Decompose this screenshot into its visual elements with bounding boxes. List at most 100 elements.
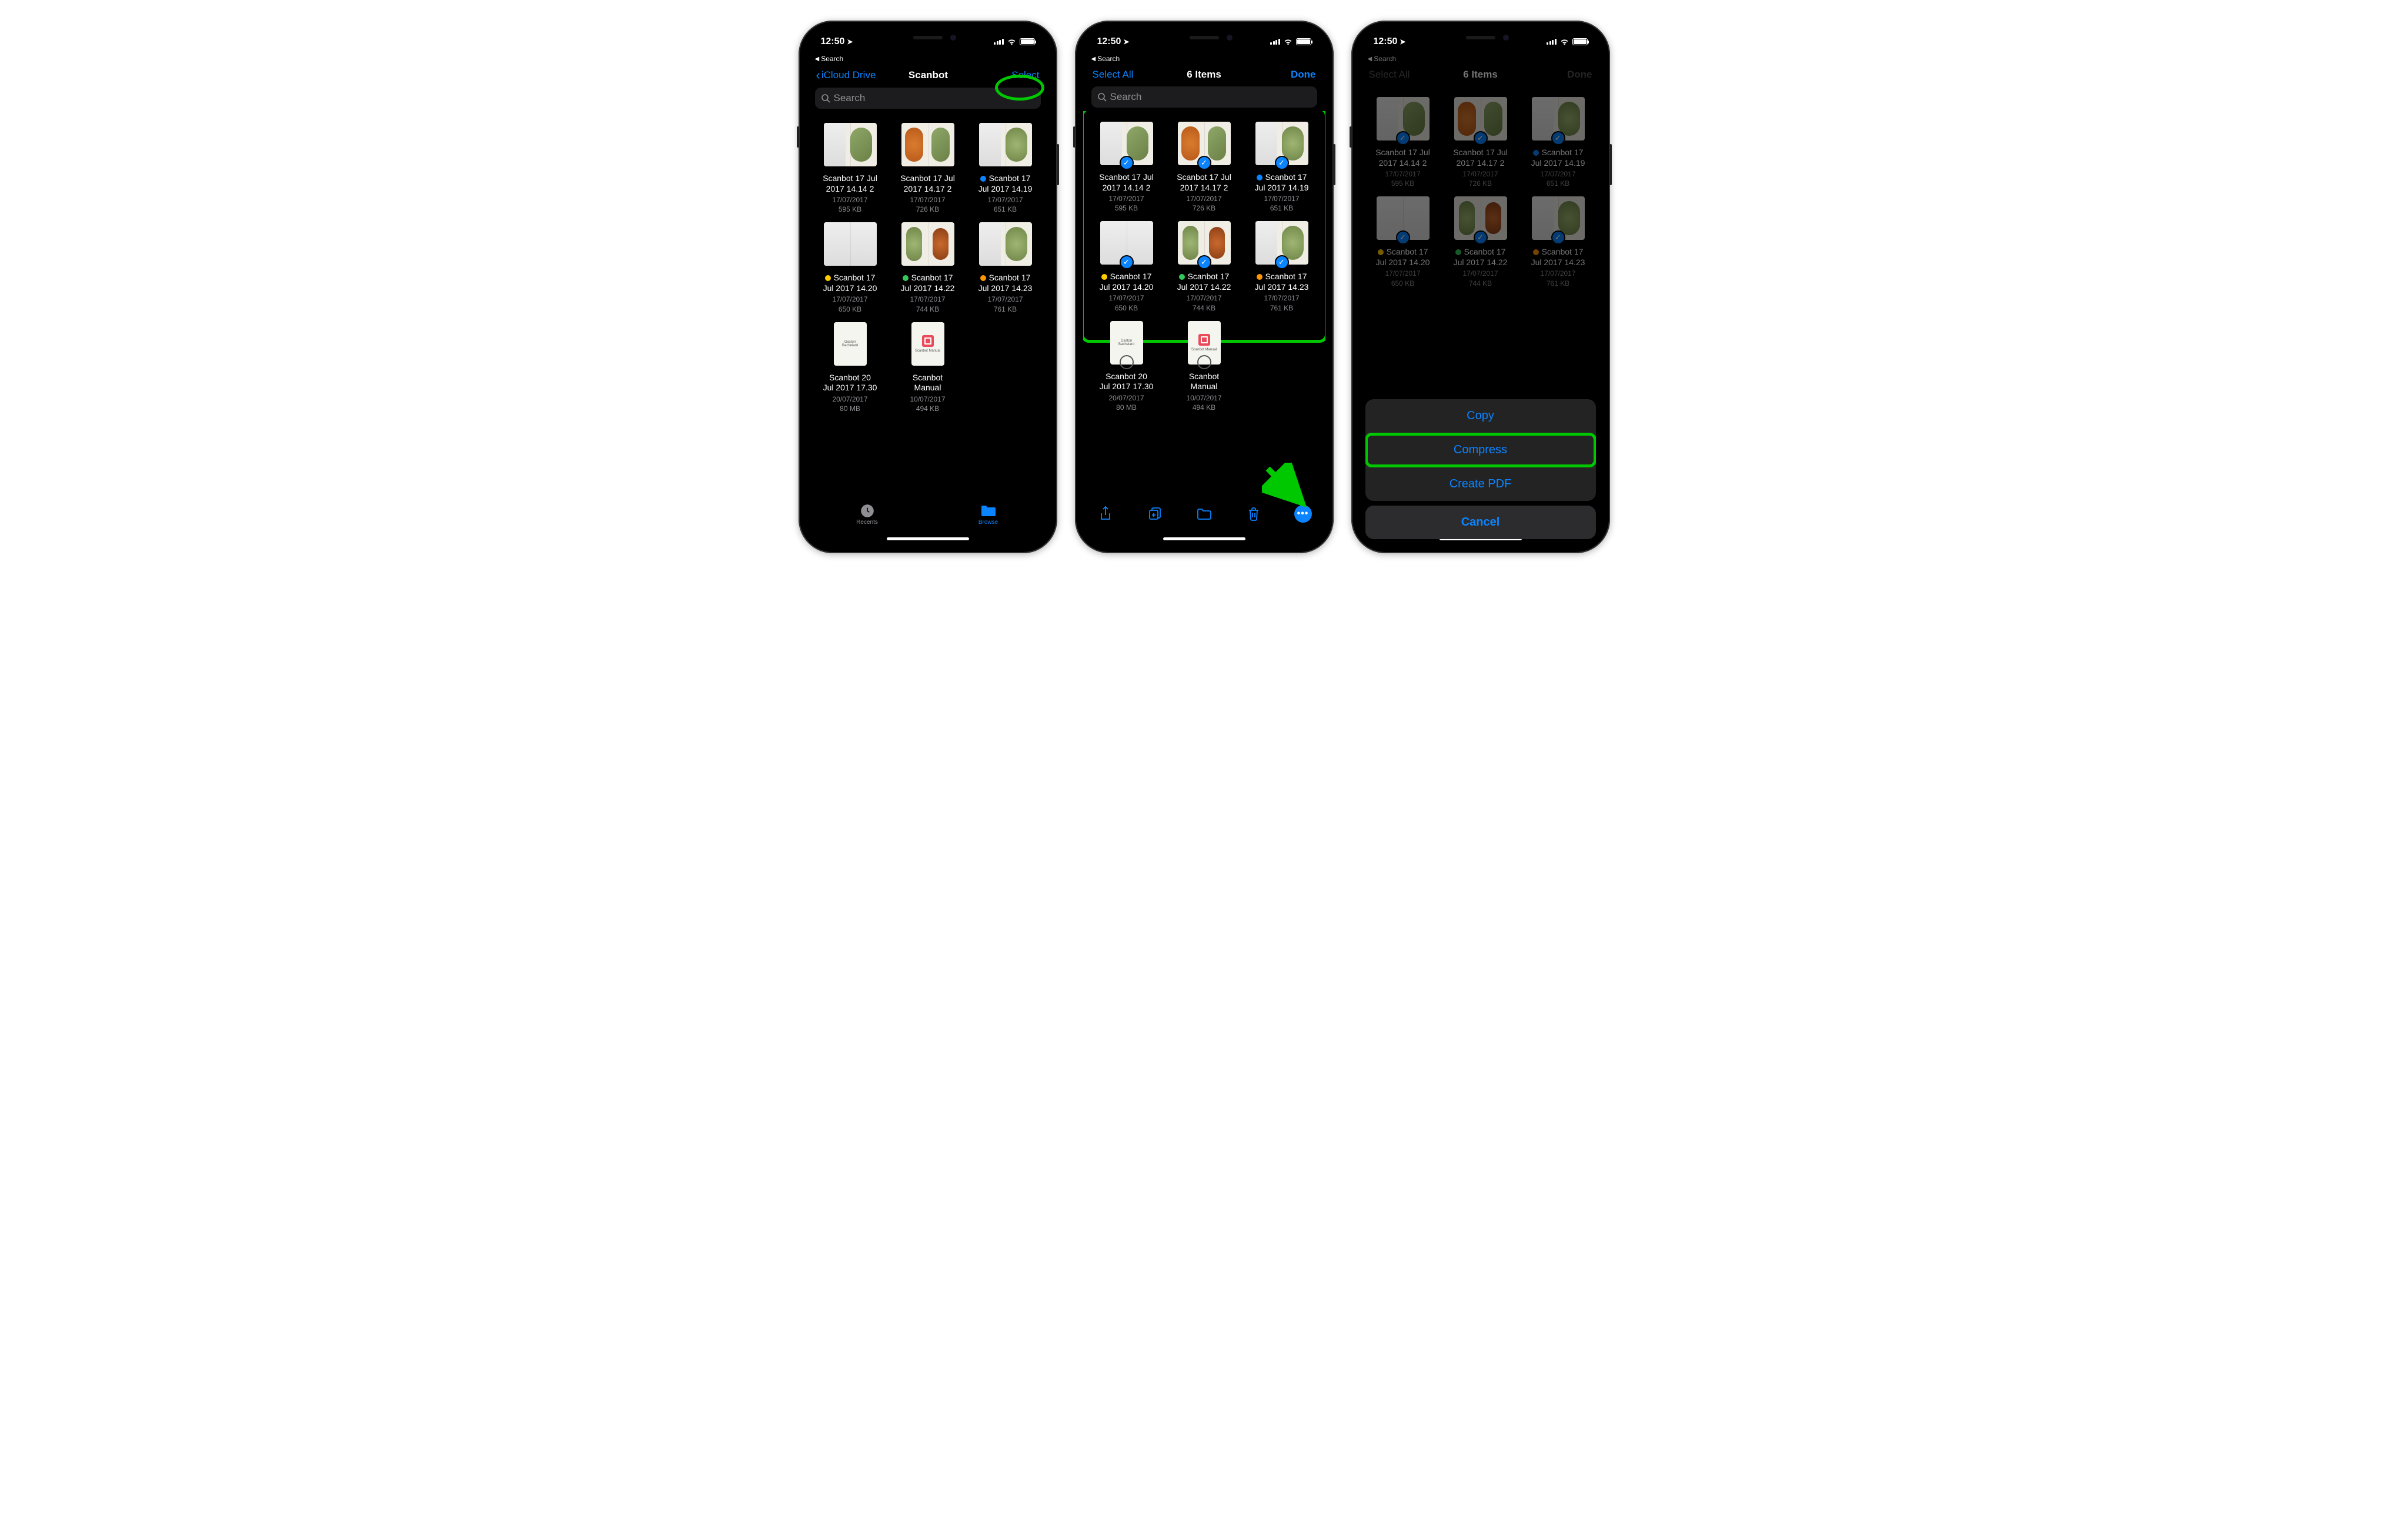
file-item[interactable]: Scanbot 17 Jul2017 14.17 217/07/2017726 … (891, 123, 964, 214)
screen: 12:50➤ ◀Search Select All 6 Items Done ✓… (1360, 29, 1602, 545)
cellular-icon (1547, 39, 1557, 45)
nav-bar: Select All 6 Items Done (1360, 65, 1602, 86)
file-name: Scanbot 20Jul 2017 17.30 (1100, 372, 1154, 392)
selected-checkmark-icon: ✓ (1396, 230, 1410, 245)
file-meta: 17/07/2017761 KB (1264, 293, 1299, 312)
file-item[interactable]: ✓Scanbot 17Jul 2017 14.2217/07/2017744 K… (1168, 221, 1241, 312)
selected-checkmark-icon: ✓ (1474, 131, 1488, 145)
action-create-pdf[interactable]: Create PDF (1365, 467, 1596, 501)
file-item[interactable]: ✓Scanbot 17 Jul2017 14.17 217/07/2017726… (1168, 122, 1241, 213)
file-thumbnail (901, 123, 954, 166)
home-indicator[interactable] (887, 537, 969, 540)
file-item[interactable]: GastonBachelard✓Scanbot 20Jul 2017 17.30… (1090, 321, 1163, 412)
duplicate-button[interactable] (1145, 504, 1164, 523)
home-indicator[interactable] (1163, 537, 1245, 540)
file-meta: 17/07/2017744 KB (1186, 293, 1221, 312)
tag-dot-icon (1533, 249, 1539, 255)
wifi-icon (1283, 38, 1293, 46)
file-item[interactable]: ✓Scanbot 17Jul 2017 14.1917/07/2017651 K… (1522, 97, 1595, 188)
tab-recents[interactable]: Recents (807, 496, 928, 533)
file-name: Scanbot 17Jul 2017 14.20 (1100, 272, 1154, 292)
file-grid[interactable]: ✓Scanbot 17 Jul2017 14.14 217/07/2017595… (1083, 111, 1325, 510)
selected-checkmark-icon: ✓ (1275, 255, 1289, 269)
file-name: Scanbot 17 Jul2017 14.14 2 (1375, 148, 1430, 168)
app-back-link[interactable]: ◀Search (1083, 55, 1325, 65)
file-thumbnail (901, 222, 954, 266)
file-item[interactable]: GastonBachelardScanbot 20Jul 2017 17.302… (814, 322, 887, 413)
search-field[interactable]: Search (815, 88, 1041, 109)
search-field[interactable]: Search (1091, 86, 1317, 108)
selected-checkmark-icon: ✓ (1275, 156, 1289, 170)
file-name: ScanbotManual (913, 373, 943, 393)
done-button[interactable]: Done (1257, 69, 1316, 81)
file-item[interactable]: ✓Scanbot 17 Jul2017 14.14 217/07/2017595… (1090, 122, 1163, 213)
file-item[interactable]: ✓Scanbot 17Jul 2017 14.2317/07/2017761 K… (1245, 221, 1318, 312)
action-cancel[interactable]: Cancel (1365, 506, 1596, 539)
notch (869, 29, 987, 46)
action-compress[interactable]: Compress (1365, 433, 1596, 467)
file-thumbnail (979, 123, 1032, 166)
file-name: Scanbot 17Jul 2017 14.22 (1454, 247, 1508, 268)
nav-title: 6 Items (1463, 69, 1498, 81)
cellular-icon (1270, 39, 1280, 45)
delete-button[interactable] (1244, 504, 1263, 523)
tag-dot-icon (1533, 150, 1539, 156)
file-meta: 17/07/2017744 KB (910, 295, 945, 313)
app-back-link[interactable]: ◀Search (807, 55, 1049, 65)
file-meta: 17/07/2017651 KB (1264, 194, 1299, 213)
battery-icon (1572, 38, 1588, 45)
file-item[interactable]: ✓Scanbot 17Jul 2017 14.2017/07/2017650 K… (1367, 196, 1440, 287)
file-item[interactable]: Scanbot ManualScanbotManual10/07/2017494… (891, 322, 964, 413)
file-item[interactable]: ✓Scanbot 17 Jul2017 14.14 217/07/2017595… (1367, 97, 1440, 188)
action-copy[interactable]: Copy (1365, 399, 1596, 433)
file-meta: 17/07/2017761 KB (987, 295, 1023, 313)
nav-title: Scanbot (909, 69, 948, 81)
file-name: Scanbot 17Jul 2017 14.23 (1531, 247, 1585, 268)
nav-bar: Select All 6 Items Done (1083, 65, 1325, 86)
wifi-icon (1007, 38, 1017, 46)
tag-dot-icon (1179, 274, 1185, 280)
location-icon: ➤ (1400, 38, 1405, 46)
file-meta: 17/07/2017726 KB (1462, 169, 1498, 188)
file-name: Scanbot 17Jul 2017 14.23 (978, 273, 1033, 293)
tab-browse[interactable]: Browse (928, 496, 1049, 533)
phone-frame-2: 12:50➤ ◀Search Select All 6 Items Done S… (1075, 21, 1334, 553)
nav-title: 6 Items (1187, 69, 1221, 81)
selected-checkmark-icon: ✓ (1551, 131, 1565, 145)
tag-dot-icon (980, 176, 986, 182)
select-all-button[interactable]: Select All (1093, 69, 1151, 81)
file-name: Scanbot 17 Jul2017 14.17 2 (1177, 172, 1231, 193)
tag-dot-icon (825, 275, 831, 281)
file-item[interactable]: ✓Scanbot 17Jul 2017 14.2317/07/2017761 K… (1522, 196, 1595, 287)
action-sheet-group: Copy Compress Create PDF (1365, 399, 1596, 501)
selected-checkmark-icon: ✓ (1197, 255, 1211, 269)
file-name: Scanbot 17 Jul2017 14.17 2 (900, 173, 955, 194)
back-button[interactable]: ‹iCloud Drive (816, 69, 876, 82)
select-button[interactable]: Select (980, 69, 1039, 81)
tag-dot-icon (1455, 249, 1461, 255)
file-item[interactable]: ✓Scanbot 17Jul 2017 14.2017/07/2017650 K… (1090, 221, 1163, 312)
file-item[interactable]: ✓Scanbot 17Jul 2017 14.1917/07/2017651 K… (1245, 122, 1318, 213)
file-meta: 17/07/2017650 KB (1108, 293, 1144, 312)
more-icon: ••• (1294, 505, 1312, 523)
file-item[interactable]: ✓Scanbot 17 Jul2017 14.17 217/07/2017726… (1444, 97, 1517, 188)
file-item[interactable]: Scanbot 17Jul 2017 14.1917/07/2017651 KB (969, 123, 1042, 214)
file-grid[interactable]: Scanbot 17 Jul2017 14.14 217/07/2017595 … (807, 112, 1049, 511)
screen: 12:50➤ ◀Search ‹iCloud Drive Scanbot Sel… (807, 29, 1049, 545)
file-item[interactable]: Scanbot 17 Jul2017 14.14 217/07/2017595 … (814, 123, 887, 214)
phone-frame-3: 12:50➤ ◀Search Select All 6 Items Done ✓… (1351, 21, 1610, 553)
file-name: Scanbot 17Jul 2017 14.20 (1376, 247, 1430, 268)
notch (1145, 29, 1263, 46)
move-button[interactable] (1195, 504, 1214, 523)
notch (1422, 29, 1539, 46)
file-item[interactable]: Scanbot 17Jul 2017 14.23 17/07/2017761 KB (969, 222, 1042, 313)
file-meta: 17/07/2017761 KB (1540, 269, 1575, 287)
more-button[interactable]: ••• (1294, 504, 1312, 523)
file-name: Scanbot 17Jul 2017 14.19 (1531, 148, 1585, 168)
file-item[interactable]: Scanbot Manual✓ScanbotManual10/07/201749… (1168, 321, 1241, 412)
file-item[interactable]: Scanbot 17Jul 2017 14.2217/07/2017744 KB (891, 222, 964, 313)
file-item[interactable]: Scanbot 17Jul 2017 14.2017/07/2017650 KB (814, 222, 887, 313)
file-item[interactable]: ✓Scanbot 17Jul 2017 14.2217/07/2017744 K… (1444, 196, 1517, 287)
share-button[interactable] (1096, 504, 1115, 523)
file-meta: 17/07/2017726 KB (1186, 194, 1221, 213)
